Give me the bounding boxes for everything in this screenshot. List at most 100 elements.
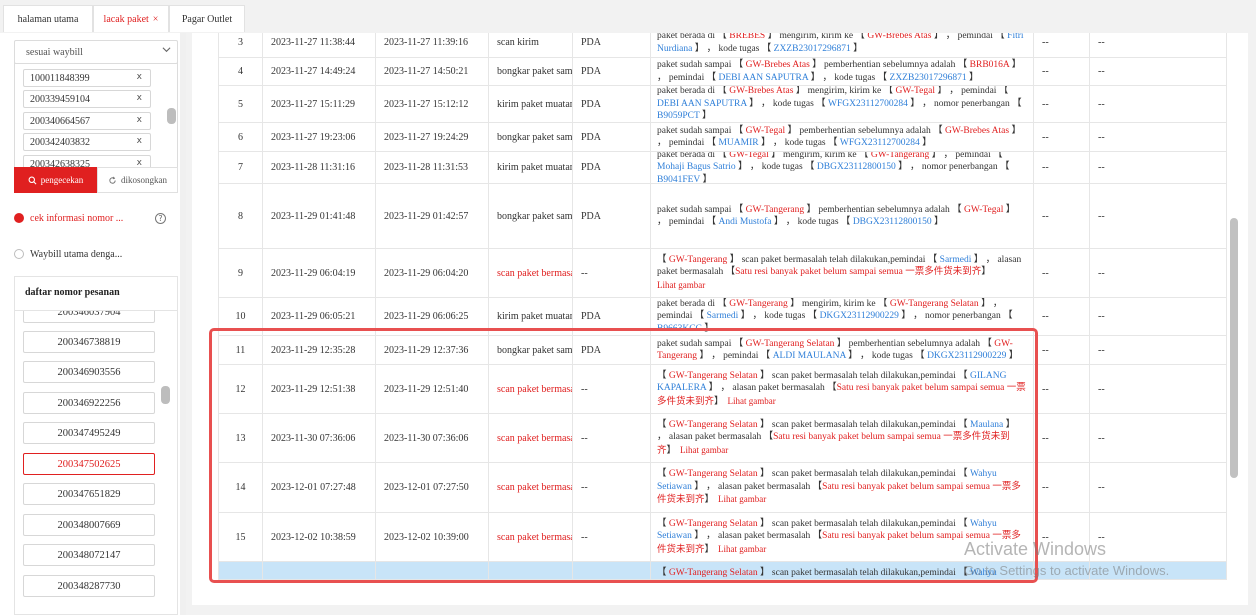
table-row[interactable]: 11 2023-11-29 12:35:28 2023-11-29 12:37:36… [219, 336, 1227, 365]
order-item[interactable]: 200346922256 [23, 392, 155, 414]
extra-col-1: -- [1034, 365, 1090, 413]
description-link[interactable]: DKGX23112900229 [820, 311, 899, 321]
description-link[interactable]: B9041FEV [657, 175, 700, 183]
description-text: paket sudah sampai 【 [657, 338, 746, 349]
view-image-link[interactable]: Lihat gambar [657, 280, 705, 290]
order-item-selected[interactable]: 200347502625 [23, 453, 155, 475]
table-row[interactable]: 13 2023-11-30 07:36:06 2023-11-30 07:36:06… [219, 414, 1227, 463]
description-link[interactable]: ALDI MAULANA [773, 351, 846, 361]
upload-time: 2023-11-27 19:24:29 [376, 123, 489, 151]
table-row[interactable]: 12 2023-11-29 12:51:38 2023-11-29 12:51:40… [219, 365, 1227, 414]
row-number: 11 [219, 336, 263, 364]
description-link[interactable]: B9663KCC [657, 324, 702, 334]
tab-home[interactable]: halaman utama [3, 5, 93, 32]
tab-outlet-fence[interactable]: Pagar Outlet [169, 5, 245, 32]
description-link[interactable]: WFGX23112700284 [840, 138, 920, 148]
tracking-description: paket sudah sampai 【 GW-Tangerang 】 pemb… [651, 184, 1034, 248]
order-list-scrollbar[interactable] [161, 386, 170, 404]
radio-unchecked-icon[interactable] [14, 249, 24, 259]
search-type-value: sesuai waybill [26, 46, 83, 58]
table-row[interactable]: 8 2023-11-29 01:41:48 2023-11-29 01:42:57 b… [219, 184, 1227, 249]
remove-icon[interactable]: x [137, 72, 142, 82]
clear-button[interactable]: dikosongkan [97, 167, 178, 193]
description-highlight: GW-Brebes Atas [867, 33, 932, 41]
order-item[interactable]: 200348072147 [23, 544, 155, 566]
table-row[interactable]: 4 2023-11-27 14:49:24 2023-11-27 14:50:21 b… [219, 58, 1227, 86]
order-item[interactable]: 200346903556 [23, 361, 155, 383]
description-link[interactable]: MUAMIR [718, 138, 758, 148]
order-item[interactable]: 200346037904 [23, 311, 155, 323]
table-row[interactable]: 3 2023-11-27 11:38:44 2023-11-27 11:39:16 s… [219, 33, 1227, 58]
description-link[interactable]: Sarmedi [707, 311, 739, 321]
scan-type: kirim paket muatan [489, 298, 573, 335]
sidebar-scrollbar[interactable] [180, 33, 186, 615]
description-highlight: GW-Tangerang [729, 298, 788, 309]
description-link[interactable]: DEBI AAN SAPUTRA [657, 99, 747, 109]
description-link[interactable]: DKGX23112900229 [927, 351, 1006, 361]
help-icon[interactable]: ? [155, 213, 166, 224]
check-button[interactable]: pengecekan [14, 167, 97, 193]
view-image-link[interactable]: Lihat gambar [728, 396, 776, 406]
search-icon [28, 176, 37, 184]
order-item[interactable]: 200348007669 [23, 514, 155, 536]
description-highlight: BRB016A [969, 60, 1010, 70]
view-image-link[interactable]: Lihat gambar [718, 544, 766, 554]
table-row[interactable]: 5 2023-11-27 15:11:29 2023-11-27 15:12:12 k… [219, 86, 1227, 123]
extra-col-2: -- [1090, 123, 1227, 151]
remove-icon[interactable]: x [137, 115, 142, 125]
order-item[interactable]: 200347495249 [23, 422, 155, 444]
radio-checked-icon[interactable] [14, 213, 24, 223]
table-row[interactable]: 6 2023-11-27 19:23:06 2023-11-27 19:24:29 b… [219, 123, 1227, 152]
description-highlight: GW-Tegal [963, 204, 1004, 215]
description-text: 】 mengirim, kirim ke 【 [768, 152, 871, 160]
tab-track-package[interactable]: lacak paket × [93, 5, 169, 32]
view-image-link[interactable]: Lihat gambar [680, 445, 728, 455]
tracking-description: 【 GW-Tangerang Selatan 】 scan paket berm… [651, 414, 1034, 462]
description-text: 【 [657, 518, 669, 529]
device: PDA [573, 336, 651, 364]
waybill-input-list[interactable]: 100011848399 x 200339459104 x 200340664567… [14, 60, 178, 168]
row-number: 10 [219, 298, 263, 335]
table-row[interactable]: 14 2023-12-01 07:27:48 2023-12-01 07:27:50… [219, 463, 1227, 513]
description-link[interactable]: Maulana [970, 420, 1003, 430]
description-link[interactable]: DBGX23112800150 [817, 162, 896, 172]
row-number: 13 [219, 414, 263, 462]
main-scrollbar[interactable] [1230, 218, 1238, 478]
description-text: 】 scan paket bermasalah telah dilakukan,… [727, 254, 940, 265]
extra-col-2: -- [1090, 298, 1227, 335]
tracking-panel: 3 2023-11-27 11:38:44 2023-11-27 11:39:16 s… [192, 33, 1248, 605]
remove-icon[interactable]: x [137, 93, 142, 103]
description-link[interactable]: WFGX23112700284 [828, 99, 908, 109]
waybill-scrollbar[interactable] [167, 108, 176, 124]
description-highlight: GW-Tangerang Selatan [668, 568, 758, 579]
description-text: 】 [701, 323, 714, 334]
description-link[interactable]: Sarmedi [940, 255, 972, 265]
tracking-description: 【 GW-Tangerang 】 scan paket bermasalah t… [651, 249, 1034, 297]
description-text: 】 ， kode tugas 【 [746, 98, 829, 109]
table-row[interactable]: 10 2023-11-29 06:05:21 2023-11-29 06:06:25… [219, 298, 1227, 336]
table-row[interactable]: 7 2023-11-28 11:31:16 2023-11-28 11:31:53 k… [219, 152, 1227, 184]
order-item[interactable]: 200347651829 [23, 483, 155, 505]
order-list-title: daftar nomor pesanan [25, 287, 120, 298]
description-link[interactable]: DBGX23112800150 [853, 217, 932, 227]
description-text: 】 ， alasan paket bermasalah 【 [706, 383, 837, 394]
upload-time: 2023-11-29 06:06:25 [376, 298, 489, 335]
description-link[interactable]: DEBI AAN SAPUTRA [718, 73, 808, 83]
option-check-info[interactable]: cek informasi nomor ... [14, 210, 123, 226]
waybill-number: 100011848399 [30, 72, 90, 84]
description-link[interactable]: ZXZB23017296871 [774, 44, 851, 54]
description-link[interactable]: Mohaji Bagus Satrio [657, 162, 736, 172]
description-text: 】 ， nomor penerbangan 【 [895, 162, 1010, 173]
description-highlight: GW-Brebes Atas [729, 86, 794, 97]
extra-col-1: -- [1034, 86, 1090, 122]
remove-icon[interactable]: x [137, 136, 142, 146]
description-link[interactable]: Andi Mustofa [718, 217, 771, 227]
order-item[interactable]: 200348287730 [23, 575, 155, 597]
description-link[interactable]: ZXZB23017296871 [890, 73, 967, 83]
description-link[interactable]: B9059PCT [657, 111, 700, 121]
option-main-waybill[interactable]: Waybill utama denga... [14, 246, 122, 262]
view-image-link[interactable]: Lihat gambar [718, 494, 766, 504]
close-icon[interactable]: × [153, 14, 159, 25]
table-row[interactable]: 9 2023-11-29 06:04:19 2023-11-29 06:04:20 s… [219, 249, 1227, 298]
order-item[interactable]: 200346738819 [23, 331, 155, 353]
